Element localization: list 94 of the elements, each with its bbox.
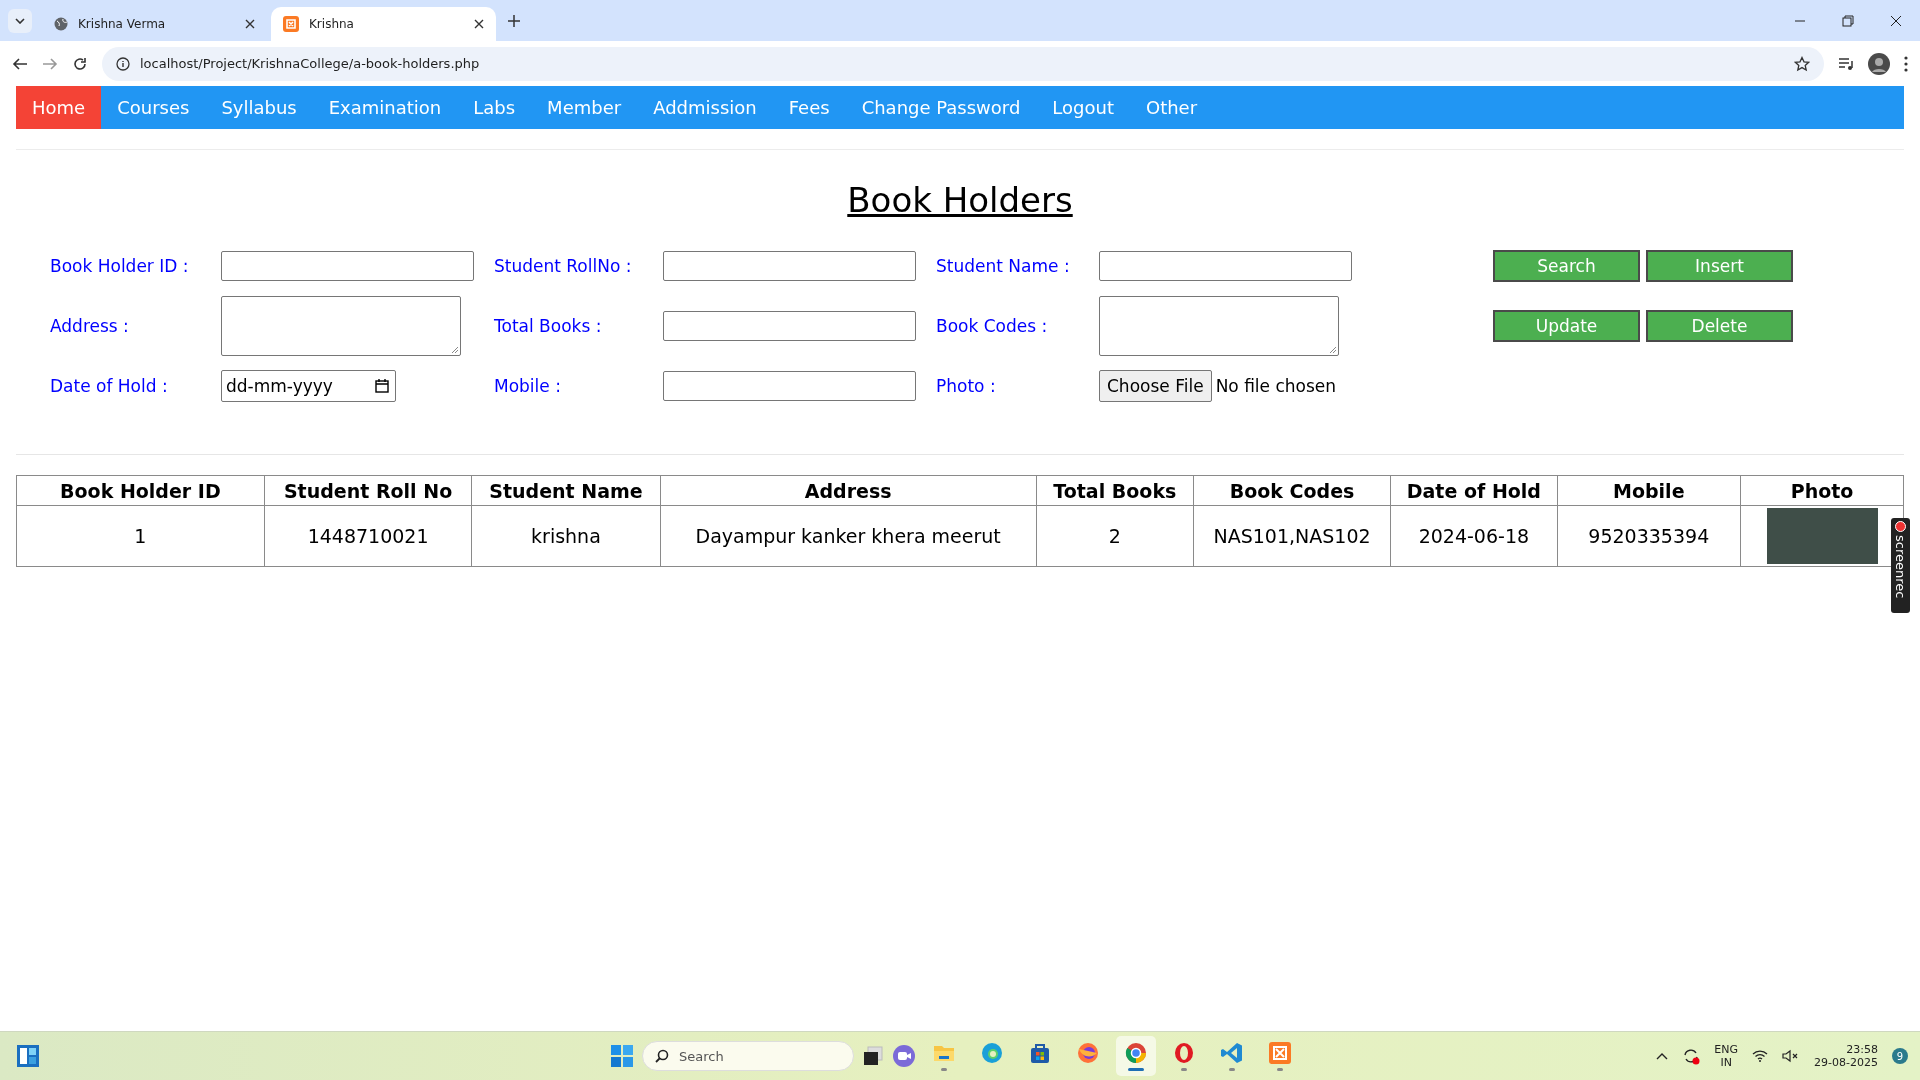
input-field[interactable] [663, 251, 916, 281]
globe-icon [54, 17, 68, 31]
task-view-icon[interactable] [862, 1045, 884, 1067]
media-queue-icon[interactable] [1838, 56, 1854, 71]
action-button[interactable]: Delete [1646, 310, 1793, 342]
widgets-icon[interactable] [16, 1044, 40, 1068]
meet-icon[interactable] [892, 1044, 916, 1068]
page-title: Book Holders [847, 180, 1073, 220]
nav-link[interactable]: Change Password [845, 86, 1037, 129]
nav-link[interactable]: Fees [772, 86, 846, 129]
field-label: Mobile : [494, 376, 562, 396]
close-icon[interactable] [245, 19, 255, 29]
action-button[interactable]: Update [1493, 310, 1640, 342]
column-header: Date of Hold [1390, 475, 1558, 506]
field-label: Date of Hold : [50, 376, 169, 396]
more-icon[interactable] [1904, 55, 1908, 72]
record-icon [1895, 521, 1906, 532]
nav-link[interactable]: Courses [101, 86, 206, 129]
restore-icon[interactable] [1842, 14, 1854, 27]
nav-link[interactable]: Syllabus [205, 86, 313, 129]
table-cell: 2024-06-18 [1390, 505, 1558, 567]
date-field[interactable]: dd-mm-yyyy [221, 370, 396, 402]
text-area[interactable] [1099, 296, 1339, 356]
taskbar-app[interactable] [1116, 1036, 1156, 1076]
input-field[interactable] [663, 311, 916, 341]
shopping-bag-icon [1028, 1041, 1052, 1065]
action-button[interactable]: Search [1493, 250, 1640, 282]
tab-logo-icon [283, 16, 299, 32]
nav-link[interactable]: Member [531, 86, 638, 129]
choose-file-button[interactable]: Choose File [1099, 370, 1212, 402]
text-area[interactable] [221, 296, 461, 356]
reload-icon[interactable] [72, 55, 88, 72]
nav-link[interactable]: Examination [312, 86, 458, 129]
input-field[interactable] [221, 251, 474, 281]
forward-icon[interactable] [42, 55, 58, 72]
action-button[interactable]: Insert [1646, 250, 1793, 282]
field-label: Total Books : [494, 316, 603, 336]
taskbar-search[interactable]: Search [642, 1041, 854, 1071]
column-header: Mobile [1557, 475, 1741, 506]
info-icon [116, 56, 130, 71]
column-header: Student Roll No [264, 475, 472, 506]
field-label: Student RollNo : [494, 256, 633, 276]
table-cell: 2 [1036, 505, 1194, 567]
resize-grip-icon [451, 346, 459, 354]
caret-icon [15, 17, 25, 24]
calendar-icon[interactable] [375, 379, 389, 393]
table-cell: 1 [16, 505, 265, 567]
back-icon[interactable] [12, 55, 28, 72]
new-tab-icon[interactable] [508, 14, 520, 27]
star-icon[interactable] [1794, 55, 1810, 72]
ring-o-icon [1172, 1041, 1196, 1065]
browser-tab[interactable]: Krishna Verma [42, 7, 267, 41]
file-status: No file chosen [1215, 376, 1337, 396]
table-cell: 1448710021 [264, 505, 472, 567]
tab-list-button[interactable] [8, 8, 32, 33]
input-field[interactable] [1099, 251, 1352, 281]
search-icon [655, 1049, 669, 1063]
nav-link[interactable]: Logout [1036, 86, 1130, 129]
field-label: Book Codes : [936, 316, 1049, 336]
column-header: Photo [1740, 475, 1904, 506]
table-cell: krishna [471, 505, 660, 567]
recorder-widget[interactable]: screenrec [1891, 518, 1910, 613]
avatar-icon[interactable] [1868, 52, 1890, 75]
field-label: Book Holder ID : [50, 256, 190, 276]
sync-icon[interactable] [1682, 1047, 1701, 1065]
browser-tab[interactable]: Krishna [271, 7, 496, 41]
input-field[interactable] [663, 371, 916, 401]
nav-link[interactable]: Home [16, 86, 102, 129]
field-label: Photo : [936, 376, 997, 396]
code-editor-icon [1220, 1041, 1244, 1065]
notification-badge[interactable]: 9 [1892, 1048, 1908, 1064]
start-icon[interactable] [610, 1044, 634, 1068]
column-header: Total Books [1036, 475, 1194, 506]
resize-grip-icon [1329, 346, 1337, 354]
table-cell: 9520335394 [1557, 505, 1741, 567]
nav-link[interactable]: Addmission [637, 86, 773, 129]
nav-link[interactable]: Labs [457, 86, 532, 129]
table-cell: NAS101,NAS102 [1193, 505, 1391, 567]
clock[interactable]: 23:58 29-08-2025 [1814, 1043, 1878, 1069]
wifi-icon[interactable] [1752, 1050, 1769, 1062]
chevron-up-icon[interactable] [1656, 1052, 1669, 1060]
chrome-logo-icon [1124, 1041, 1148, 1065]
table-cell: Dayampur kanker khera meerut [660, 505, 1037, 567]
field-label: Student Name : [936, 256, 1071, 276]
address-bar[interactable]: localhost/Project/KrishnaCollege/a-book-holders.php [102, 46, 1824, 81]
close-icon[interactable] [474, 19, 484, 29]
language-indicator[interactable]: ENG IN [1714, 1043, 1739, 1069]
column-header: Address [660, 475, 1037, 506]
column-header: Book Codes [1193, 475, 1391, 506]
close-icon[interactable] [1890, 14, 1902, 27]
nav-link[interactable]: Other [1130, 86, 1214, 129]
field-label: Address : [50, 316, 130, 336]
column-header: Book Holder ID [16, 475, 265, 506]
column-header: Student Name [471, 475, 660, 506]
